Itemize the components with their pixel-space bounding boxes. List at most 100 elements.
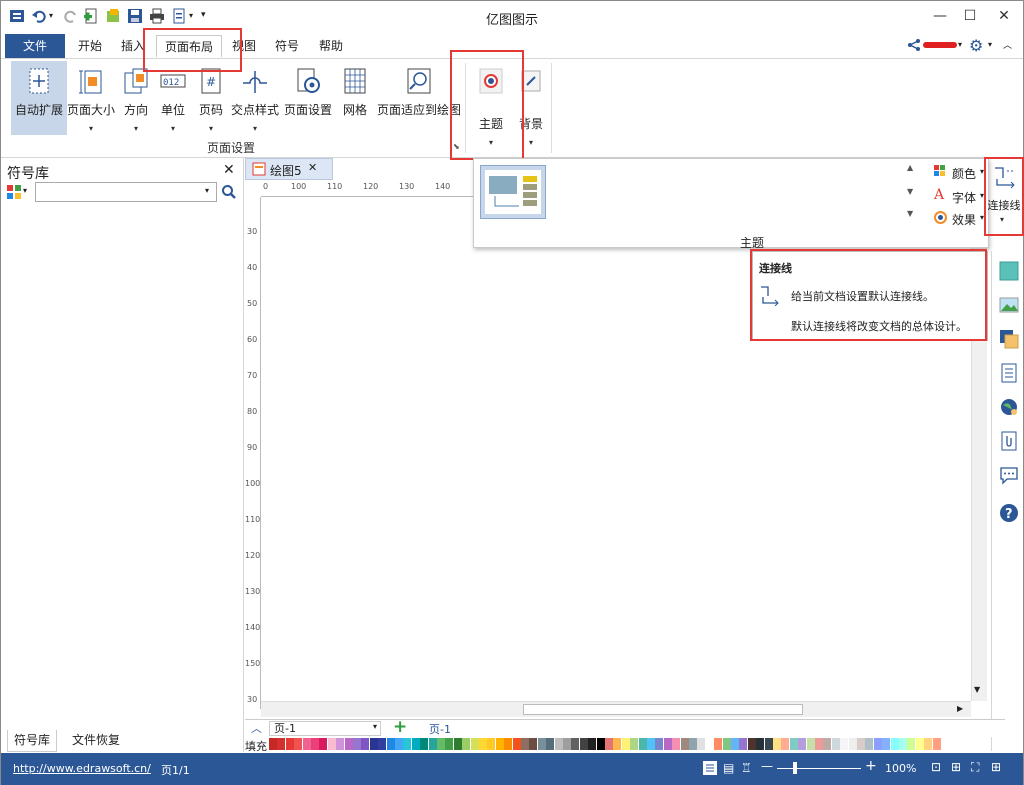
tab-page-layout[interactable]: 页面布局 [156, 35, 222, 57]
color-swatch[interactable] [764, 738, 773, 750]
color-swatch[interactable] [605, 738, 613, 750]
color-swatch[interactable] [579, 738, 588, 750]
color-swatch[interactable] [848, 738, 857, 750]
color-swatch[interactable] [756, 738, 765, 750]
color-swatch[interactable] [487, 738, 496, 750]
color-swatch[interactable] [302, 738, 311, 750]
color-swatch[interactable] [789, 738, 798, 750]
color-swatch[interactable] [437, 738, 445, 750]
grid-view-icon[interactable]: ⊞ [991, 760, 1001, 774]
color-swatch[interactable] [613, 738, 622, 750]
color-swatch[interactable] [840, 738, 849, 750]
color-swatch[interactable] [815, 738, 823, 750]
color-swatch[interactable] [269, 738, 277, 750]
page-select-dropdown-icon[interactable]: ▾ [373, 722, 377, 731]
search-input[interactable] [35, 182, 217, 202]
normal-view-icon[interactable] [703, 761, 717, 775]
color-swatch[interactable] [806, 738, 815, 750]
tab-symbol-library[interactable]: 符号库 [7, 730, 57, 752]
page-tab[interactable]: 页-1 [429, 721, 451, 737]
color-swatch[interactable] [915, 738, 924, 750]
search-dropdown-icon[interactable]: ▾ [205, 186, 209, 195]
color-swatch[interactable] [798, 738, 807, 750]
tab-insert[interactable]: 插入 [115, 35, 151, 57]
color-swatch[interactable] [663, 738, 672, 750]
color-swatch[interactable] [285, 738, 294, 750]
layers-icon[interactable] [999, 329, 1019, 349]
color-swatch[interactable] [571, 738, 580, 750]
minimize-button[interactable]: — [925, 5, 955, 27]
color-swatch[interactable] [924, 738, 933, 750]
color-swatch[interactable] [521, 738, 529, 750]
jump-style-button[interactable]: 交点样式 ▾ [229, 61, 281, 137]
fill-shape-icon[interactable] [999, 261, 1019, 281]
zoom-level[interactable]: 100% [885, 762, 916, 775]
tab-home[interactable]: 开始 [71, 35, 109, 57]
color-swatch[interactable] [378, 738, 387, 750]
color-swatch[interactable] [773, 738, 781, 750]
image-icon[interactable] [999, 295, 1019, 315]
color-swatch[interactable] [395, 738, 403, 750]
color-swatch[interactable] [353, 738, 361, 750]
gear-icon[interactable]: ⚙ [969, 36, 983, 55]
search-icon[interactable] [221, 184, 237, 200]
theme-thumbnail[interactable] [480, 165, 546, 219]
color-swatch[interactable] [428, 738, 437, 750]
globe-icon[interactable] [999, 397, 1019, 417]
color-swatch[interactable] [294, 738, 303, 750]
color-swatch[interactable] [865, 738, 874, 750]
close-tab-icon[interactable]: ✕ [308, 161, 317, 174]
scroll-down-icon[interactable]: ▼ [974, 685, 980, 694]
tab-symbol[interactable]: 符号 [269, 35, 305, 57]
color-button[interactable]: 颜色 ▾ [934, 163, 992, 181]
page-setup-button[interactable]: 页面设置 [283, 61, 333, 121]
unit-button[interactable]: 012 单位 ▾ [156, 61, 190, 137]
color-swatch[interactable] [689, 738, 697, 750]
color-swatch[interactable] [899, 738, 907, 750]
color-swatch[interactable] [857, 738, 865, 750]
expand-up-icon[interactable]: ︿ [251, 720, 262, 736]
website-link[interactable]: http://www.edrawsoft.cn/ [13, 762, 151, 775]
tab-file-recovery[interactable]: 文件恢复 [63, 730, 129, 752]
scrollbar-thumb[interactable] [523, 704, 803, 715]
help-icon[interactable]: ? [999, 503, 1019, 523]
fit-width-icon[interactable]: ⊞ [951, 760, 961, 774]
zoom-slider-thumb[interactable] [793, 762, 797, 774]
tab-view[interactable]: 视图 [227, 35, 261, 57]
close-button[interactable]: ✕ [989, 5, 1019, 27]
color-swatch[interactable] [495, 738, 504, 750]
color-swatch[interactable] [563, 738, 571, 750]
zoom-out-button[interactable]: — [761, 759, 773, 773]
color-swatch[interactable] [336, 738, 345, 750]
color-swatch[interactable] [907, 738, 916, 750]
color-swatch[interactable] [873, 738, 882, 750]
color-swatch[interactable] [361, 738, 370, 750]
page-size-button[interactable]: 页面大小 ▾ [67, 61, 115, 137]
page-list-icon[interactable] [999, 363, 1019, 383]
color-swatch[interactable] [546, 738, 555, 750]
color-swatch[interactable] [831, 738, 840, 750]
color-swatch[interactable] [722, 738, 731, 750]
color-swatch[interactable] [537, 738, 546, 750]
color-swatch[interactable] [411, 738, 420, 750]
color-swatch[interactable] [344, 738, 353, 750]
zoom-in-button[interactable]: + [865, 758, 877, 774]
maximize-button[interactable]: ☐ [955, 5, 985, 27]
background-button[interactable]: 背景 ▾ [515, 63, 547, 149]
full-screen-icon[interactable]: ⛶ [971, 760, 979, 775]
color-swatch[interactable] [932, 738, 941, 750]
color-swatch[interactable] [386, 738, 395, 750]
color-swatch[interactable] [588, 738, 597, 750]
color-swatch[interactable] [680, 738, 689, 750]
fit-page-icon[interactable]: ⊡ [931, 760, 941, 774]
color-swatch[interactable] [311, 738, 319, 750]
color-swatch[interactable] [369, 738, 378, 750]
scroll-right-icon[interactable]: ▶ [957, 704, 963, 713]
color-swatch[interactable] [529, 738, 538, 750]
color-swatch[interactable] [697, 738, 706, 750]
comment-icon[interactable] [999, 465, 1019, 485]
connector-button[interactable]: 连接线 ▾ [987, 161, 1021, 231]
color-swatch[interactable] [630, 738, 639, 750]
color-swatch[interactable] [420, 738, 429, 750]
presentation-icon[interactable]: ♖ [741, 761, 752, 775]
